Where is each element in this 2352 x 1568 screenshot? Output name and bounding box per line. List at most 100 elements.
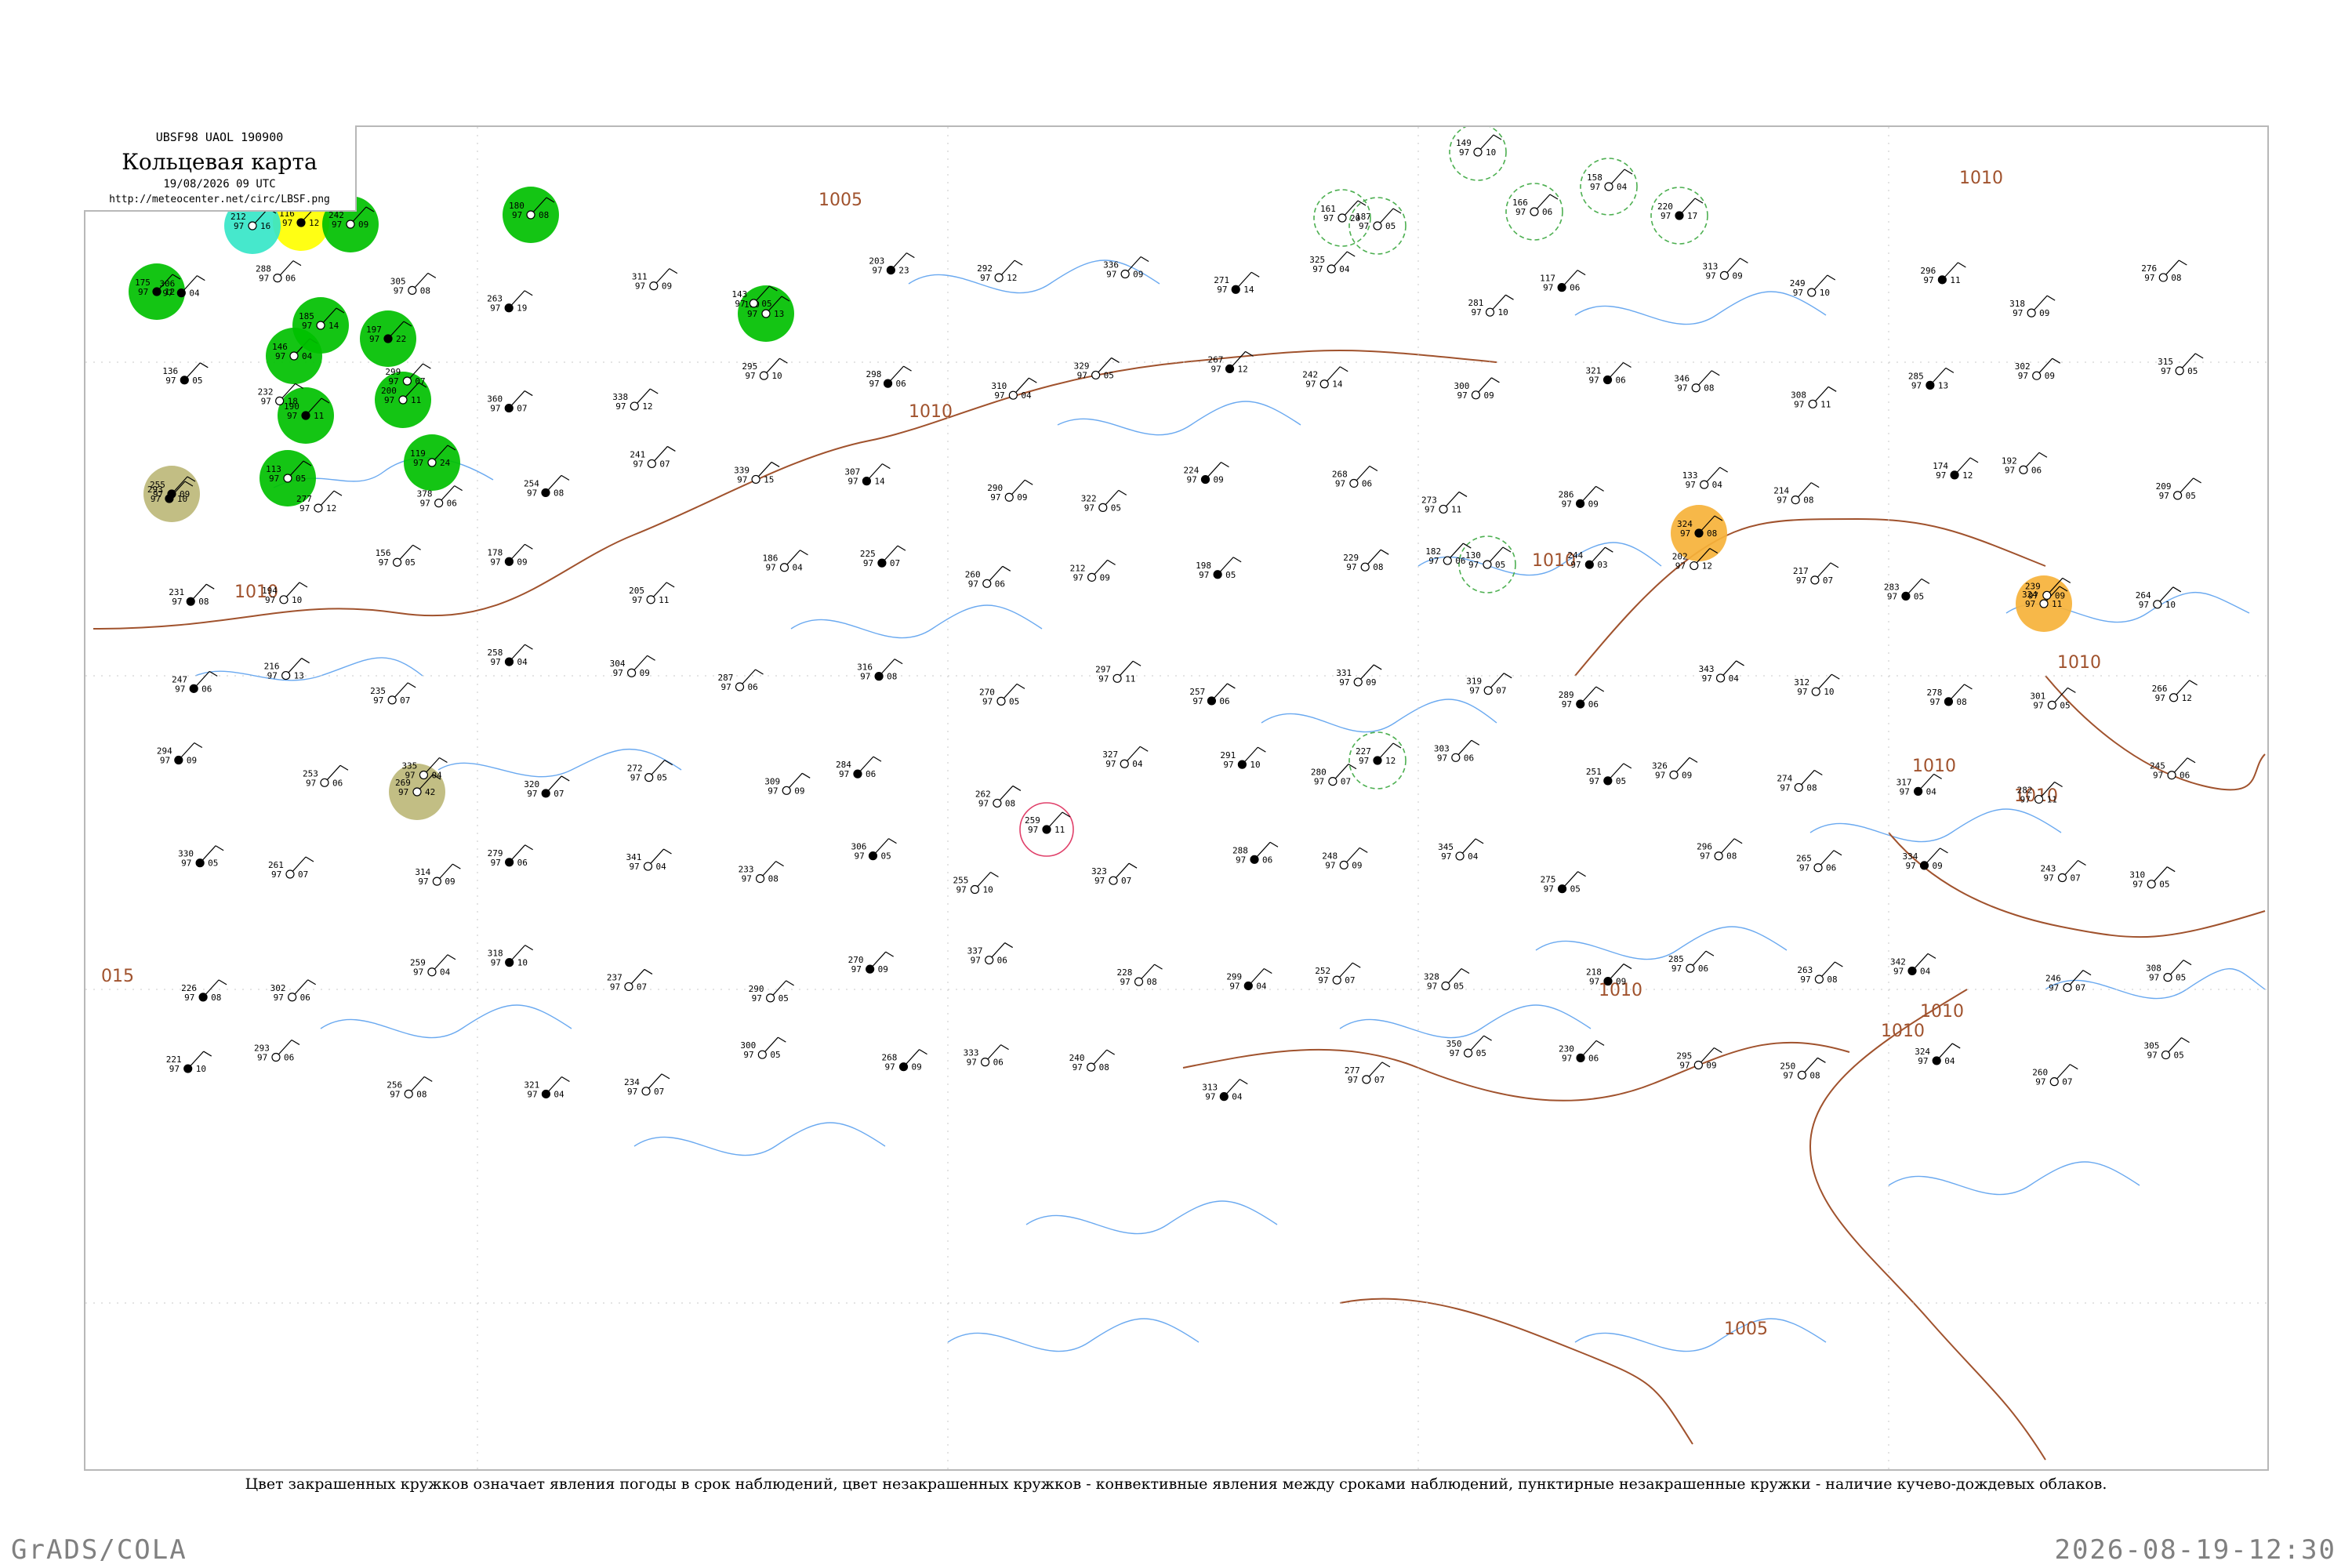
cloud-cover-icon — [1907, 966, 1917, 976]
visibility-value: 97 — [175, 684, 185, 694]
visibility-value: 97 — [990, 492, 1000, 503]
cloud-cover-icon — [751, 474, 760, 485]
cloud-cover-icon — [1213, 570, 1222, 579]
station-marker: 13397 04 — [1682, 466, 1728, 490]
cloud-cover-icon — [404, 1089, 413, 1098]
wind-feather — [423, 1076, 433, 1082]
visibility-value: 97 — [1359, 756, 1369, 766]
station-marker: 20597 11 — [629, 582, 675, 605]
station-marker: 32697 09 — [1652, 757, 1698, 780]
visibility-value: 97 — [1323, 213, 1334, 223]
wind-feather — [561, 474, 570, 481]
visibility-value: 97 — [274, 993, 284, 1003]
station-marker: 25297 07 — [1315, 962, 1361, 985]
visibility-value: 97 — [265, 595, 275, 605]
station-marker: 25997 11 — [1019, 802, 1074, 857]
tendency-value: 14 — [1332, 379, 1343, 390]
station-marker: 25197 05 — [1586, 763, 1632, 786]
cloud-cover-icon — [1485, 307, 1495, 317]
visibility-value: 97 — [413, 458, 423, 468]
station-marker: 30497 09 — [610, 655, 655, 678]
visibility-value: 97 — [1900, 786, 1910, 797]
station-marker: 22797 12 — [1348, 731, 1406, 789]
wind-feather — [524, 644, 533, 650]
tendency-value: 07 — [415, 376, 425, 387]
wind-feather — [1140, 256, 1149, 262]
tendency-value: 07 — [1345, 975, 1355, 985]
cloud-cover-icon — [296, 218, 306, 227]
cloud-cover-icon — [1691, 383, 1700, 393]
station-marker: 24397 07 — [2040, 860, 2086, 884]
cloud-cover-icon — [1808, 399, 1817, 408]
tendency-value: 08 — [1005, 798, 1015, 808]
station-marker: 26297 08 — [975, 785, 1022, 808]
tendency-value: 05 — [192, 376, 202, 386]
visibility-value: 97 — [2161, 366, 2171, 376]
station-marker: 31097 05 — [2129, 866, 2176, 890]
tendency-value: 06 — [2031, 465, 2042, 475]
cloud-cover-icon — [2032, 371, 2042, 380]
cloud-cover-icon — [757, 1050, 767, 1059]
visibility-value: 97 — [490, 303, 500, 314]
tendency-value: 05 — [296, 474, 306, 484]
station-marker: 29397 06 — [254, 1039, 300, 1062]
footer-left: GrADS/COLA — [11, 1534, 187, 1566]
cloud-cover-icon — [1686, 964, 1695, 973]
station-marker: 11797 06 — [1540, 270, 1586, 293]
cloud-cover-icon — [1807, 288, 1817, 297]
cloud-cover-icon — [2158, 273, 2168, 282]
wind-feather — [1106, 1049, 1115, 1055]
tendency-value: 15 — [764, 474, 774, 485]
cloud-cover-icon — [649, 281, 659, 291]
wind-feather — [1740, 257, 1748, 263]
wind-feather — [1373, 664, 1382, 670]
station-marker: 33397 06 — [964, 1044, 1009, 1068]
wind-feather — [649, 388, 659, 394]
station-marker: 17597 12 — [129, 263, 185, 320]
visibility-value: 97 — [1348, 1075, 1358, 1085]
cloud-cover-icon — [2153, 600, 2162, 609]
cloud-cover-icon — [1604, 182, 1613, 191]
station-marker: 18697 04 — [762, 550, 808, 573]
cloud-cover-icon — [432, 877, 441, 886]
cloud-cover-icon — [1794, 782, 1803, 793]
cloud-cover-icon — [1715, 673, 1726, 683]
cloud-cover-icon — [183, 1064, 193, 1073]
wind-feather — [1107, 559, 1116, 565]
visibility-value: 97 — [388, 376, 398, 387]
visibility-value: 97 — [2153, 771, 2163, 781]
cloud-cover-icon — [1700, 480, 1709, 489]
tendency-value: 08 — [1726, 851, 1737, 862]
tendency-value: 05 — [761, 299, 771, 309]
visibility-value: 97 — [885, 1062, 895, 1073]
wind-feather — [1623, 361, 1632, 368]
station-marker: 26897 09 — [882, 1049, 927, 1073]
tendency-value: 08 — [211, 993, 221, 1003]
cloud-cover-icon — [1087, 572, 1097, 582]
cloud-cover-icon — [541, 488, 550, 498]
tendency-value: 04 — [1712, 480, 1723, 490]
tendency-value: 06 — [995, 579, 1005, 589]
visibility-value: 97 — [299, 503, 310, 514]
station-marker: 31397 09 — [1702, 257, 1748, 281]
tendency-value: 07 — [400, 695, 410, 706]
visibility-value: 97 — [394, 285, 404, 296]
cloud-cover-icon — [427, 458, 437, 467]
cloud-cover-icon — [1004, 492, 1014, 502]
tendency-value: 13 — [774, 309, 784, 319]
visibility-value: 97 — [2035, 1077, 2045, 1087]
visibility-value: 97 — [980, 273, 990, 283]
visibility-value: 97 — [1677, 383, 1687, 394]
visibility-value: 97 — [491, 858, 501, 868]
station-marker: 18797 05 — [1348, 197, 1406, 255]
visibility-value: 97 — [1515, 207, 1526, 217]
visibility-value: 97 — [261, 396, 271, 406]
cloud-cover-icon — [985, 955, 994, 965]
visibility-value: 97 — [610, 982, 620, 992]
cloud-cover-icon — [1219, 1092, 1229, 1102]
tendency-value: 06 — [1219, 696, 1229, 706]
cloud-cover-icon — [176, 289, 186, 298]
visibility-value: 97 — [1923, 275, 1933, 285]
cloud-cover-icon — [279, 595, 289, 604]
wind-feather — [1951, 1043, 1961, 1049]
